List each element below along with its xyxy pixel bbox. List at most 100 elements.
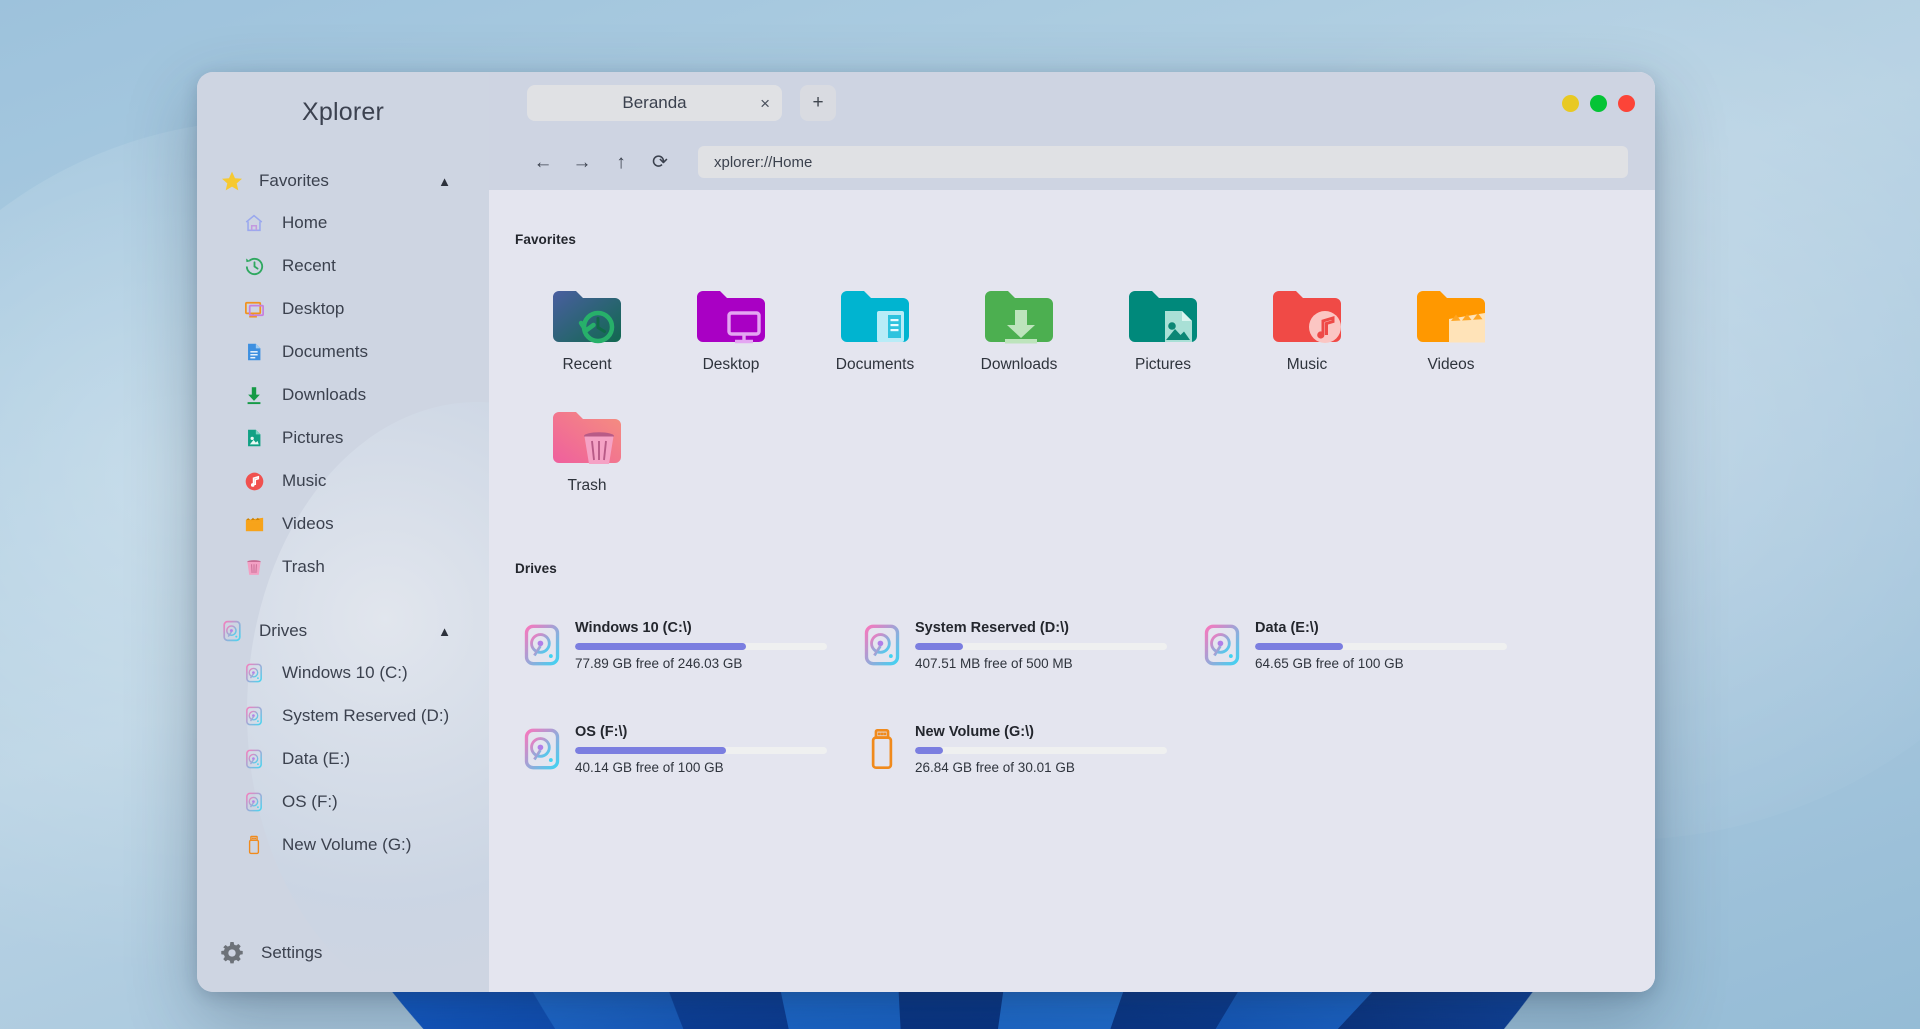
favorite-item-desktop[interactable]: Desktop [659, 281, 803, 376]
sidebar-item-desktop[interactable]: Desktop [207, 288, 471, 330]
document-icon [241, 339, 267, 365]
reload-icon[interactable]: ⟳ [650, 153, 670, 172]
favorite-item-label: Recent [562, 356, 612, 373]
app-title: Xplorer [302, 98, 384, 126]
drive-usage-text: 26.84 GB free of 30.01 GB [915, 759, 1075, 775]
sidebar-item-home[interactable]: Home [207, 202, 471, 244]
desktop-monitor-icon [241, 296, 267, 322]
usb-drive-icon [863, 726, 901, 772]
folder-trash-icon [549, 406, 625, 468]
usb-drive-icon [241, 832, 267, 858]
sidebar-item-drive-c[interactable]: Windows 10 (C:) [207, 652, 471, 694]
favorite-item-documents[interactable]: Documents [803, 281, 947, 376]
drive-usage-fill [915, 746, 943, 754]
up-arrow-icon[interactable]: ↑ [611, 153, 631, 172]
sidebar-section-favorites[interactable]: Favorites ▲ [197, 161, 479, 201]
sidebar-item-music[interactable]: Music [207, 460, 471, 502]
folder-videos-icon [1413, 285, 1489, 347]
chevron-up-icon-favorites[interactable]: ▲ [438, 175, 463, 188]
window-controls [1562, 94, 1635, 112]
address-input[interactable]: xplorer://Home [698, 146, 1628, 178]
drive-card[interactable]: Windows 10 (C:\) 77.89 GB free of 246.03 … [515, 610, 835, 680]
sidebar-item-videos[interactable]: Videos [207, 503, 471, 545]
sidebar-item-recent-label: Recent [282, 256, 336, 275]
sidebar-item-drive-d-label: System Reserved (D:) [282, 706, 450, 725]
folder-music-icon [1269, 285, 1345, 347]
desktop-background: Xplorer Favorites ▲ Home Recent Desktop … [0, 0, 1920, 1029]
sidebar-item-documents-label: Documents [282, 342, 368, 361]
drive-info: Data (E:\) 64.65 GB free of 100 GB [1255, 620, 1507, 671]
sidebar-item-drive-c-label: Windows 10 (C:) [282, 663, 408, 682]
favorite-item-label: Pictures [1135, 356, 1191, 373]
favorites-section-title: Favorites [515, 232, 576, 247]
hdd-icon [241, 746, 267, 772]
favorite-item-videos[interactable]: Videos [1379, 281, 1523, 376]
favorite-item-pictures[interactable]: Pictures [1091, 281, 1235, 376]
favorite-item-music[interactable]: Music [1235, 281, 1379, 376]
drive-usage-fill [1255, 642, 1344, 650]
tab-beranda-label: Beranda [622, 93, 687, 112]
drive-card[interactable]: OS (F:\) 40.14 GB free of 100 GB [515, 714, 835, 784]
sidebar-item-documents[interactable]: Documents [207, 331, 471, 373]
favorite-item-downloads[interactable]: Downloads [947, 281, 1091, 376]
favorite-item-label: Downloads [980, 356, 1058, 373]
sidebar-section-drives[interactable]: Drives ▲ [197, 611, 479, 651]
star-icon [219, 168, 245, 194]
sidebar-item-trash[interactable]: Trash [207, 546, 471, 588]
sidebar-item-music-label: Music [282, 471, 327, 490]
drive-usage-fill [575, 746, 727, 754]
sidebar-item-settings-label: Settings [261, 943, 323, 962]
sidebar-item-settings[interactable]: Settings [197, 924, 489, 992]
xplorer-window: Xplorer Favorites ▲ Home Recent Desktop … [197, 72, 1655, 992]
sidebar-item-drive-f[interactable]: OS (F:) [207, 781, 471, 823]
drive-info: Windows 10 (C:\) 77.89 GB free of 246.03 … [575, 620, 827, 671]
hdd-icon [523, 622, 561, 668]
drive-card[interactable]: System Reserved (D:\) 407.51 MB free of 5… [855, 610, 1175, 680]
hdd-icon [1203, 622, 1241, 668]
chevron-up-icon-drives[interactable]: ▲ [438, 625, 463, 638]
hdd-icon [241, 703, 267, 729]
sidebar-item-videos-label: Videos [282, 514, 334, 533]
favorite-item-recent[interactable]: Recent [515, 281, 659, 376]
hdd-icon [219, 618, 245, 644]
drive-card[interactable]: New Volume (G:\) 26.84 GB free of 30.01 G… [855, 714, 1175, 784]
sidebar-item-recent[interactable]: Recent [207, 245, 471, 287]
titlebar: Beranda × + [489, 72, 1655, 134]
close-icon[interactable]: × [760, 95, 770, 112]
favorite-item-label: Documents [835, 356, 915, 373]
drive-card[interactable]: Data (E:\) 64.65 GB free of 100 GB [1195, 610, 1515, 680]
sidebar-item-desktop-label: Desktop [282, 299, 345, 318]
close-button[interactable] [1618, 94, 1635, 112]
folder-recent-icon [549, 285, 625, 347]
sidebar-item-home-label: Home [282, 213, 328, 232]
music-note-icon [241, 468, 267, 494]
new-tab-button[interactable]: + [800, 85, 836, 121]
home-icon [241, 210, 267, 236]
drive-usage-fill [915, 642, 963, 650]
favorite-item-label: Videos [1427, 356, 1475, 373]
forward-arrow-icon[interactable]: → [572, 153, 592, 172]
folder-pictures-icon [1125, 285, 1201, 347]
sidebar: Xplorer Favorites ▲ Home Recent Desktop … [197, 72, 489, 992]
sidebar-item-downloads[interactable]: Downloads [207, 374, 471, 416]
maximize-button[interactable] [1590, 94, 1607, 112]
tab-beranda[interactable]: Beranda × [527, 85, 782, 121]
sidebar-item-drive-f-label: OS (F:) [282, 792, 338, 811]
back-arrow-icon[interactable]: ← [533, 153, 553, 172]
content-area: Favorites Recent Desktop Documents Download… [489, 190, 1655, 992]
favorite-item-trash[interactable]: Trash [515, 402, 659, 497]
folder-downloads-icon [981, 285, 1057, 347]
sidebar-item-drive-g[interactable]: New Volume (G:) [207, 824, 471, 866]
hdd-icon [241, 660, 267, 686]
drive-name: OS (F:\) [575, 723, 628, 740]
sidebar-item-pictures[interactable]: Pictures [207, 417, 471, 459]
favorite-item-label: Desktop [702, 356, 760, 373]
sidebar-item-drive-d[interactable]: System Reserved (D:) [207, 695, 471, 737]
sidebar-item-downloads-label: Downloads [282, 385, 367, 404]
sidebar-item-drive-e[interactable]: Data (E:) [207, 738, 471, 780]
sidebar-item-drive-e-label: Data (E:) [282, 749, 351, 768]
drive-usage-bar [575, 746, 827, 754]
minimize-button[interactable] [1562, 94, 1579, 112]
sidebar-item-drive-g-label: New Volume (G:) [282, 835, 412, 854]
